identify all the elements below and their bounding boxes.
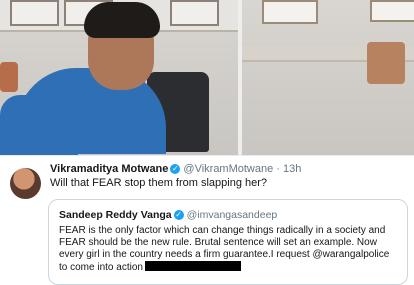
quoted-author-name[interactable]: Sandeep Reddy Vanga	[59, 209, 172, 221]
plant-pot	[0, 62, 18, 92]
tweet-card[interactable]: Vikramaditya Motwane ✓ @VikramMotwane · 13…	[0, 155, 414, 285]
person-hair	[84, 2, 160, 38]
verified-badge-icon: ✓	[173, 210, 184, 220]
quoted-author-handle[interactable]: @imvangasandeep	[187, 209, 278, 221]
author-handle[interactable]: @VikramMotwane	[183, 163, 273, 175]
photo-divider	[238, 0, 242, 155]
redaction-bar	[144, 261, 241, 271]
header-photo	[0, 0, 414, 155]
quoted-tweet[interactable]: Sandeep Reddy Vanga ✓ @imvangasandeep FEAR…	[48, 199, 408, 285]
tweet-time[interactable]: · 13h	[276, 163, 301, 175]
quoted-tweet-header: Sandeep Reddy Vanga ✓ @imvangasandeep	[59, 209, 277, 221]
picture-frame	[10, 0, 59, 26]
quoted-tweet-text: FEAR is the only factor which can change…	[59, 225, 399, 274]
verified-badge-icon: ✓	[170, 164, 181, 174]
picture-frame	[262, 0, 318, 24]
avatar[interactable]	[10, 168, 41, 199]
hanging-basket	[367, 42, 405, 84]
tweet-text: Will that FEAR stop them from slapping h…	[50, 177, 268, 189]
picture-frame	[170, 0, 219, 26]
tweet-header: Vikramaditya Motwane ✓ @VikramMotwane · 13…	[50, 163, 301, 175]
author-name[interactable]: Vikramaditya Motwane	[50, 163, 168, 175]
picture-frame	[370, 0, 414, 22]
